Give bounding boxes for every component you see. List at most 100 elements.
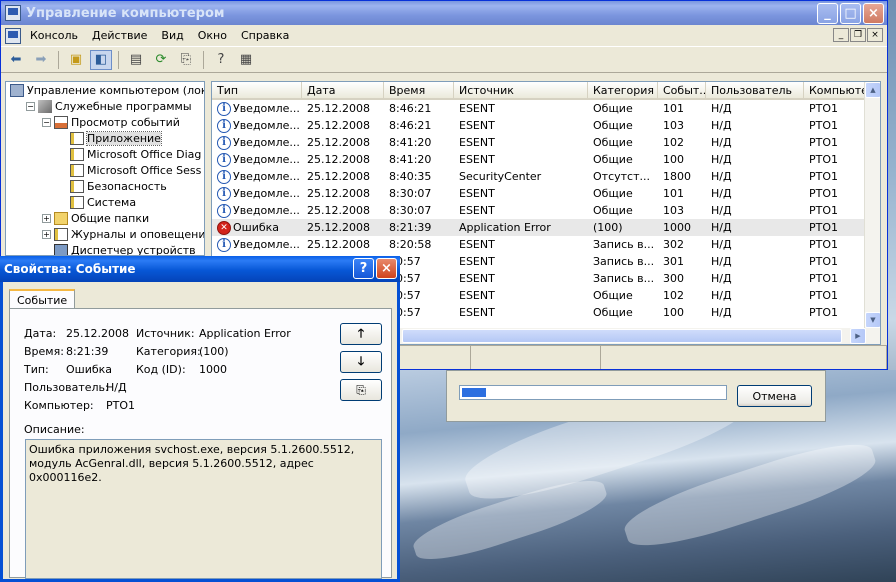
mdi-restore-button[interactable]: ❐ <box>850 28 866 42</box>
tree-node-label: Общие папки <box>71 211 150 225</box>
column-header[interactable]: Компьютер <box>804 82 866 98</box>
console-tree[interactable]: Управление компьютером (лок − Служебные пр… <box>5 81 205 256</box>
event-row[interactable]: i Уведомле... 25.12.2008 8:46:21 ESENT Общие 1… <box>212 117 880 134</box>
tree-expander-icon[interactable]: − <box>42 117 51 127</box>
event-cell-category: Общие <box>593 102 633 115</box>
menu-help[interactable]: Справка <box>234 29 296 42</box>
tree-node[interactable]: Microsoft Office Diag <box>6 146 204 162</box>
column-header[interactable]: Событ... <box>658 82 706 98</box>
next-event-button[interactable]: 🡓 <box>340 351 382 373</box>
column-header[interactable]: Тип <box>212 82 302 98</box>
mdi-close-button[interactable]: × <box>867 28 883 42</box>
refresh-icon[interactable]: ⟳ <box>150 50 172 70</box>
show-tree-icon[interactable]: ◧ <box>90 49 112 70</box>
help-icon[interactable]: ? <box>210 50 232 70</box>
column-header[interactable]: Пользователь <box>706 82 804 98</box>
copy-button[interactable]: ⎘ <box>340 379 382 401</box>
help-topics-icon[interactable]: ▦ <box>235 50 257 70</box>
tree-node[interactable]: − Служебные программы <box>6 98 204 114</box>
horizontal-scroll-thumb[interactable] <box>402 329 842 343</box>
tree-expander-icon[interactable]: + <box>42 229 51 239</box>
maximize-button[interactable]: □ <box>840 3 861 24</box>
event-cell-user: Н/Д <box>711 119 732 132</box>
event-cell-user: Н/Д <box>711 221 732 234</box>
tree-node[interactable]: Система <box>6 194 204 210</box>
info-icon: i <box>217 186 231 201</box>
event-cell-time: 8:46:21 <box>389 119 432 132</box>
scroll-down-icon[interactable]: ▼ <box>865 312 880 328</box>
type-value: Ошибка <box>66 363 113 376</box>
menu-window[interactable]: Окно <box>191 29 234 42</box>
event-cell-time: 8:20:58 <box>389 238 432 251</box>
event-cell-source: ESENT <box>459 289 495 302</box>
scroll-right-icon[interactable]: ▶ <box>850 328 866 344</box>
menu-view[interactable]: Вид <box>154 29 190 42</box>
event-cell-computer: PTO1 <box>809 119 839 132</box>
event-row[interactable]: i Уведомле... 25.12.2008 8:41:20 ESENT Общие 1… <box>212 151 880 168</box>
tree-node[interactable]: + Общие папки <box>6 210 204 226</box>
event-row[interactable]: i Уведомле... 25.12.2008 8:41:20 ESENT Общие 1… <box>212 134 880 151</box>
tree-node-label: Microsoft Office Diag <box>87 147 202 161</box>
tree-node[interactable]: Управление компьютером (лок <box>6 82 204 98</box>
event-cell-type: i Уведомле... <box>212 101 302 116</box>
column-header[interactable]: Дата <box>302 82 384 98</box>
close-button[interactable]: × <box>863 3 884 24</box>
event-cell-event: 102 <box>663 136 684 149</box>
forward-arrow-icon[interactable]: ➡ <box>30 50 52 70</box>
export-list-icon[interactable]: ⎘ <box>175 50 197 70</box>
event-cell-category: Запись в... <box>593 272 655 285</box>
event-row[interactable]: ✕ Ошибка 25.12.2008 8:21:39 Application Erro… <box>212 219 880 236</box>
previous-event-button[interactable]: 🡑 <box>340 323 382 345</box>
column-header[interactable]: Категория <box>588 82 658 98</box>
event-cell-event: 300 <box>663 272 684 285</box>
cancel-button[interactable]: Отмена <box>737 385 812 407</box>
event-cell-computer: PTO1 <box>809 187 839 200</box>
event-row[interactable]: i Уведомле... 25.12.2008 8:20:58 ESENT Запись… <box>212 236 880 253</box>
back-arrow-icon[interactable]: ⬅ <box>5 50 27 70</box>
scroll-up-icon[interactable]: ▲ <box>865 82 880 98</box>
tab-event[interactable]: Событие <box>9 289 76 309</box>
event-cell-type: i Уведомле... <box>212 203 302 218</box>
description-label: Описание: <box>24 423 85 436</box>
mdi-minimize-button[interactable]: _ <box>833 28 849 42</box>
tree-node[interactable]: Безопасность <box>6 178 204 194</box>
event-cell-category: Общие <box>593 119 633 132</box>
source-label: Источник: <box>136 327 195 340</box>
properties-titlebar[interactable]: Свойства: Событие ? × <box>0 256 400 282</box>
event-cell-source: ESENT <box>459 102 495 115</box>
tree-node[interactable]: Microsoft Office Sess <box>6 162 204 178</box>
event-cell-time: 8:40:35 <box>389 170 432 183</box>
tree-node-label: Диспетчер устройств <box>71 243 196 256</box>
event-row[interactable]: i Уведомле... 25.12.2008 8:40:35 SecurityCen… <box>212 168 880 185</box>
event-cell-time: 8:41:20 <box>389 136 432 149</box>
column-header[interactable]: Время <box>384 82 454 98</box>
event-row[interactable]: i Уведомле... 25.12.2008 8:30:07 ESENT Общие 1… <box>212 185 880 202</box>
vertical-scrollbar[interactable]: ▲ ▼ <box>864 82 880 344</box>
event-cell-date: 25.12.2008 <box>307 221 370 234</box>
properties-icon[interactable]: ▤ <box>125 50 147 70</box>
properties-title: Свойства: Событие <box>4 262 136 276</box>
tree-node[interactable]: + Журналы и оповещени <box>6 226 204 242</box>
menu-action[interactable]: Действие <box>85 29 154 42</box>
tree-expander-icon[interactable]: − <box>26 101 35 111</box>
tree-node[interactable]: Приложение <box>6 130 204 146</box>
main-titlebar[interactable]: Управление компьютером _ □ × <box>1 1 887 25</box>
description-textbox[interactable]: Ошибка приложения svchost.exe, версия 5.… <box>25 439 382 579</box>
event-cell-user: Н/Д <box>711 272 732 285</box>
up-folder-icon[interactable]: ▣ <box>65 50 87 70</box>
event-row[interactable]: i Уведомле... 25.12.2008 8:30:07 ESENT Общие 1… <box>212 202 880 219</box>
event-cell-type: ✕ Ошибка <box>212 220 302 235</box>
tools-icon <box>38 99 52 113</box>
tree-node[interactable]: Диспетчер устройств <box>6 242 204 256</box>
properties-close-button[interactable]: × <box>376 258 397 279</box>
tree-expander-icon[interactable]: + <box>42 213 51 223</box>
event-cell-computer: PTO1 <box>809 238 839 251</box>
event-cell-source: ESENT <box>459 255 495 268</box>
menu-console[interactable]: Консоль <box>23 29 85 42</box>
help-button[interactable]: ? <box>353 258 374 279</box>
column-header[interactable]: Источник <box>454 82 588 98</box>
tree-node[interactable]: − Просмотр событий <box>6 114 204 130</box>
minimize-button[interactable]: _ <box>817 3 838 24</box>
event-cell-time: 8:30:07 <box>389 204 432 217</box>
event-row[interactable]: i Уведомле... 25.12.2008 8:46:21 ESENT Общие 1… <box>212 100 880 117</box>
